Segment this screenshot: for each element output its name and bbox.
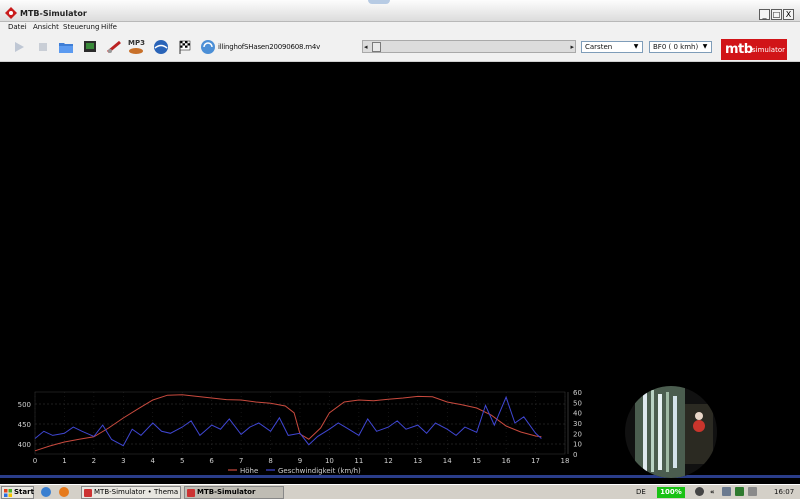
menu-hilfe[interactable]: Hilfe (101, 23, 117, 31)
menu-ansicht[interactable]: Ansicht (33, 23, 59, 31)
x-tick-label: 11 (354, 457, 363, 465)
rider-camera-preview (625, 386, 717, 478)
x-tick-label: 2 (92, 457, 96, 465)
app-icon (84, 489, 92, 497)
chrome-icon[interactable] (41, 487, 51, 497)
taskbar-item-mtb[interactable]: MTB-Simulator (184, 486, 284, 499)
open-folder-icon[interactable] (58, 39, 74, 55)
battery-indicator[interactable]: 100% (657, 487, 685, 498)
x-tick-label: 3 (121, 457, 125, 465)
y-left-tick-label: 450 (18, 421, 31, 429)
play-icon[interactable] (11, 39, 27, 55)
x-tick-label: 4 (151, 457, 156, 465)
slider-left-arrow[interactable]: ◂ (364, 43, 368, 51)
x-tick-label: 5 (180, 457, 184, 465)
chevron-down-icon[interactable]: ▼ (700, 43, 710, 51)
y-right-tick-label: 30 (573, 420, 582, 428)
x-tick-label: 6 (209, 457, 214, 465)
bike-icon[interactable] (106, 39, 122, 55)
y-right-tick-label: 10 (573, 441, 582, 449)
x-tick-label: 13 (413, 457, 422, 465)
rider-select-value: Carsten (585, 43, 613, 51)
language-indicator[interactable]: DE (636, 486, 646, 498)
legend-label: Geschwindigkeit (km/h) (278, 467, 361, 475)
y-right-tick-label: 50 (573, 399, 582, 407)
close-button[interactable]: X (783, 9, 794, 20)
y-left-tick-label: 400 (18, 441, 31, 449)
window-handle (368, 0, 390, 4)
x-tick-label: 12 (384, 457, 393, 465)
video-filename: illinghofSHasen20090608.m4v (218, 43, 321, 51)
app-window: MTB-Simulator _ □ X Datei Ansicht Steuer… (0, 0, 800, 484)
x-tick-label: 14 (443, 457, 452, 465)
y-right-tick-label: 40 (573, 410, 582, 418)
x-tick-label: 17 (531, 457, 540, 465)
earth-icon[interactable] (153, 39, 169, 55)
x-tick-label: 8 (268, 457, 272, 465)
x-tick-label: 16 (502, 457, 511, 465)
sync-icon[interactable] (200, 39, 216, 55)
speed-select[interactable]: BF0 ( 0 kmh) ▼ (649, 41, 712, 53)
app-icon (187, 489, 195, 497)
speed-select-value: BF0 ( 0 kmh) (653, 43, 699, 51)
restore-button[interactable]: □ (771, 9, 782, 20)
chevron-down-icon[interactable]: ▼ (631, 43, 641, 51)
x-tick-label: 1 (62, 457, 66, 465)
tray-icon-a[interactable] (695, 487, 704, 496)
x-tick-label: 15 (472, 457, 481, 465)
y-left-tick-label: 500 (18, 401, 31, 409)
x-tick-label: 10 (325, 457, 334, 465)
slider-right-arrow[interactable]: ▸ (570, 43, 574, 51)
legend-label: Höhe (240, 467, 258, 475)
x-tick-label: 0 (33, 457, 37, 465)
taskbar-item-browser[interactable]: MTB-Simulator • Thema a... (81, 486, 181, 499)
menu-bar: Datei Ansicht Steuerung Hilfe (0, 22, 800, 33)
windows-flag-icon (4, 489, 12, 497)
menu-datei[interactable]: Datei (8, 23, 27, 31)
title-bar[interactable]: MTB-Simulator _ □ X (0, 0, 800, 22)
y-right-tick-label: 0 (573, 451, 577, 459)
tray-icon-c[interactable] (735, 487, 744, 496)
video-area (0, 62, 800, 380)
tray-icon-d[interactable] (748, 487, 757, 496)
tray-icon-b[interactable] (722, 487, 731, 496)
y-right-tick-label: 60 (573, 389, 582, 397)
x-tick-label: 18 (561, 457, 570, 465)
rider-select[interactable]: Carsten ▼ (581, 41, 643, 53)
y-right-tick-label: 20 (573, 430, 582, 438)
menu-steuerung[interactable]: Steuerung (63, 23, 99, 31)
checkered-flag-icon[interactable] (177, 39, 193, 55)
minimize-button[interactable]: _ (759, 9, 770, 20)
mp3-disc (129, 48, 143, 54)
window-title: MTB-Simulator (20, 9, 87, 18)
x-tick-label: 9 (298, 457, 302, 465)
video-progress-slider[interactable]: ◂ ▸ (362, 40, 576, 53)
tray-expand-icon[interactable]: « (710, 486, 715, 498)
mtb-simulator-logo: mtb simulator (721, 39, 787, 60)
taskbar: Start MTB-Simulator • Thema a... MTB-Sim… (0, 484, 800, 499)
clock: 16:07 (774, 488, 795, 496)
firefox-icon[interactable] (59, 487, 69, 497)
stop-icon[interactable] (35, 39, 51, 55)
app-icon (5, 7, 17, 19)
display-icon[interactable] (82, 39, 98, 55)
start-button[interactable]: Start (1, 486, 34, 499)
slider-thumb[interactable] (371, 42, 381, 52)
x-tick-label: 7 (239, 457, 243, 465)
